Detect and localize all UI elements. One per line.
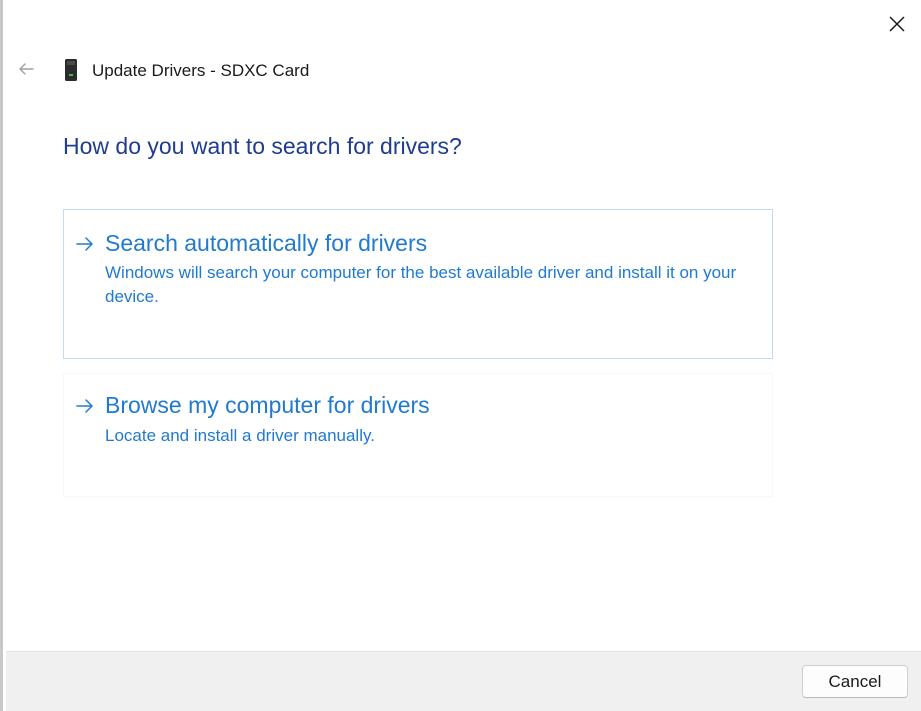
option-title: Browse my computer for drivers	[105, 392, 430, 418]
page-heading: How do you want to search for drivers?	[63, 133, 462, 159]
browse-computer-option[interactable]: Browse my computer for drivers Locate an…	[63, 373, 773, 497]
search-automatically-option[interactable]: Search automatically for drivers Windows…	[63, 209, 773, 359]
back-button[interactable]	[13, 56, 39, 82]
sd-card-icon	[65, 59, 77, 81]
window-title: Update Drivers - SDXC Card	[92, 61, 310, 80]
option-title: Search automatically for drivers	[105, 230, 428, 256]
cancel-button[interactable]: Cancel	[802, 665, 908, 698]
close-icon	[889, 16, 905, 32]
dialog-footer	[6, 651, 921, 711]
right-arrow-icon	[76, 237, 93, 251]
option-description: Windows will search your computer for th…	[105, 263, 737, 306]
back-arrow-icon	[19, 63, 34, 75]
update-drivers-dialog: Update Drivers - SDXC Card How do you wa…	[0, 0, 921, 711]
option-description: Locate and install a driver manually.	[105, 426, 375, 445]
close-button[interactable]	[881, 8, 913, 40]
right-arrow-icon	[76, 399, 93, 413]
